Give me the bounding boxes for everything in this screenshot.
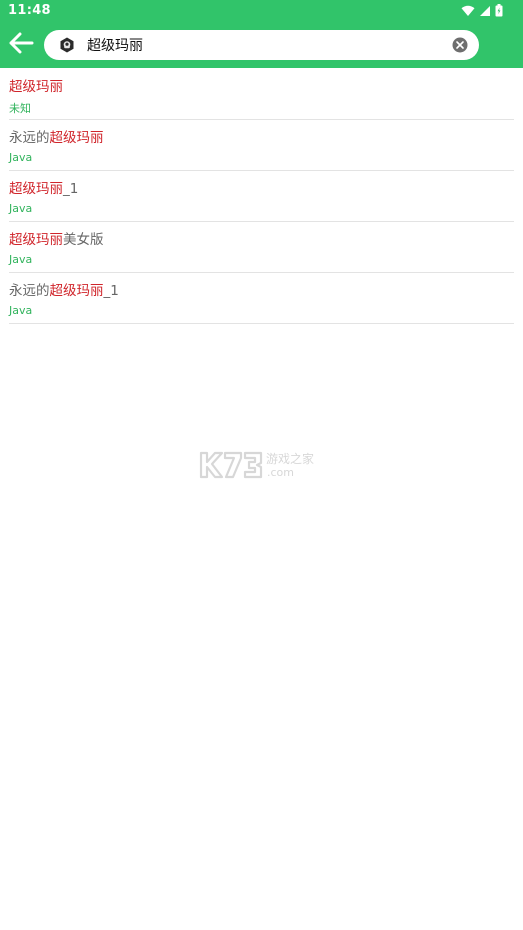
cell-signal-icon (479, 2, 491, 21)
app-screen: 11:48 超级玛丽 超级玛丽 未知 永远的超级玛丽 Java 超级玛丽_1 J… (0, 0, 523, 930)
search-box[interactable] (44, 30, 479, 60)
result-title: 超级玛丽美女版 (9, 228, 104, 248)
result-title-highlight: 超级玛丽 (49, 130, 104, 146)
result-title-suffix: 美女版 (63, 232, 104, 248)
search-input[interactable] (87, 35, 437, 55)
list-item[interactable]: 超级玛丽 未知 (9, 69, 514, 120)
k73-logo-icon: 游戏之家 .com (199, 451, 314, 479)
search-toolbar (0, 22, 523, 68)
result-title: 超级玛丽_1 (9, 177, 78, 197)
watermark-domain: .com (267, 466, 294, 479)
list-item[interactable]: 超级玛丽美女版 Java (9, 222, 514, 273)
result-title: 超级玛丽 (9, 75, 63, 95)
result-platform: 未知 (9, 102, 31, 115)
result-platform: Java (9, 253, 33, 266)
result-platform: Java (9, 202, 33, 215)
result-platform: Java (9, 151, 33, 164)
result-title-highlight: 超级玛丽 (9, 232, 63, 248)
search-results-list: 超级玛丽 未知 永远的超级玛丽 Java 超级玛丽_1 Java 超级玛丽美女版… (9, 69, 514, 324)
clear-search-button[interactable] (452, 37, 468, 53)
result-title-suffix: _1 (63, 181, 79, 197)
back-button[interactable] (6, 31, 36, 59)
list-item[interactable]: 永远的超级玛丽_1 Java (9, 273, 514, 324)
result-title: 永远的超级玛丽_1 (9, 279, 119, 299)
clear-circle-icon (452, 37, 468, 57)
result-title-highlight: 超级玛丽 (49, 283, 104, 299)
result-title-prefix: 永远的 (9, 130, 50, 146)
status-time: 11:48 (8, 3, 51, 18)
list-item[interactable]: 超级玛丽_1 Java (9, 171, 514, 222)
list-item[interactable]: 永远的超级玛丽 Java (9, 120, 514, 171)
battery-icon (495, 2, 503, 21)
app-logo-icon (59, 37, 75, 53)
result-title-highlight: 超级玛丽 (9, 79, 63, 95)
wifi-icon (461, 2, 475, 21)
watermark-cn: 游戏之家 (266, 451, 314, 466)
result-title-highlight: 超级玛丽 (9, 181, 63, 197)
result-title: 永远的超级玛丽 (9, 126, 104, 146)
result-platform: Java (9, 304, 33, 317)
arrow-left-icon (8, 32, 34, 58)
k73-watermark: 游戏之家 .com (199, 449, 329, 481)
result-title-prefix: 永远的 (9, 283, 50, 299)
status-icons (461, 3, 503, 19)
result-title-suffix: _1 (103, 283, 119, 299)
status-bar: 11:48 (0, 0, 523, 22)
